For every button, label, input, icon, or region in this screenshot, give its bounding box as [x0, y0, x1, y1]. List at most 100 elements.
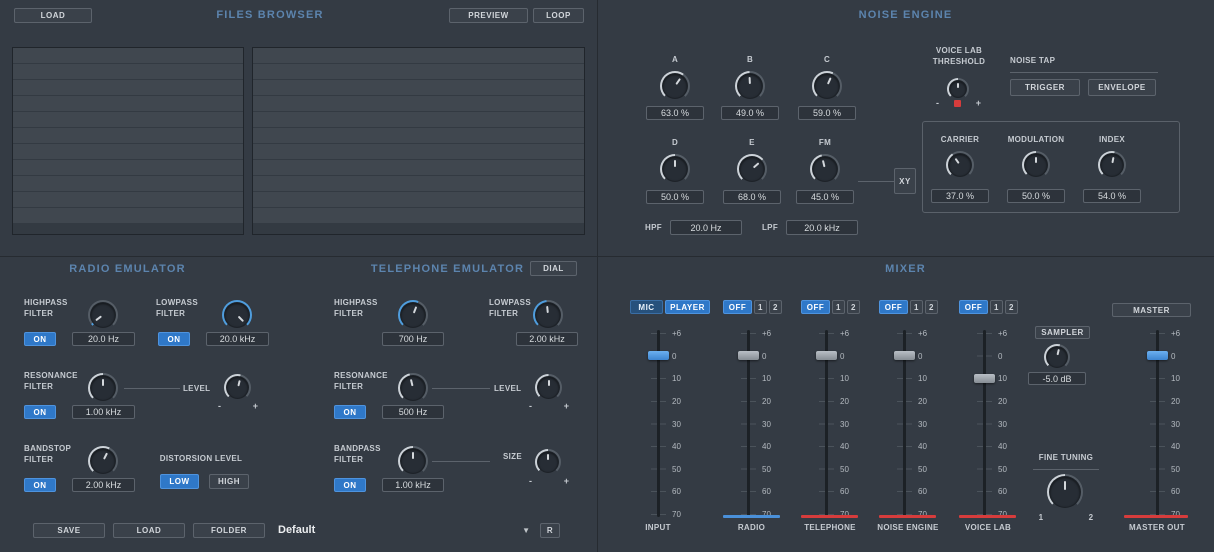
file-row[interactable] [253, 64, 584, 80]
radio-lowpass-knob[interactable] [222, 300, 252, 330]
radio-lowpass-value[interactable]: 20.0 kHz [206, 332, 269, 346]
file-list-folders[interactable] [12, 47, 244, 235]
noise-route1-button[interactable]: 1 [910, 300, 923, 314]
noise-knob-d-value[interactable]: 50.0 % [646, 190, 704, 204]
voicelab-route2-button[interactable]: 2 [1005, 300, 1018, 314]
file-row[interactable] [13, 160, 243, 176]
envelope-button[interactable]: ENVELOPE [1088, 79, 1156, 96]
player-button[interactable]: PLAYER [665, 300, 710, 314]
tel-lowpass-value[interactable]: 2.00 kHz [516, 332, 578, 346]
lpf-value[interactable]: 20.0 kHz [786, 220, 858, 235]
sampler-value[interactable]: -5.0 dB [1028, 372, 1086, 385]
tel-size-knob[interactable] [535, 449, 561, 475]
noise-knob-fm[interactable] [810, 154, 840, 184]
file-row[interactable] [13, 80, 243, 96]
file-row[interactable] [13, 176, 243, 192]
file-row[interactable] [253, 160, 584, 176]
preset-save-button[interactable]: SAVE [33, 523, 105, 538]
radio-resonance-on-button[interactable]: ON [24, 405, 56, 419]
voice-lab-threshold-knob[interactable] [947, 78, 969, 100]
mic-button[interactable]: MIC [630, 300, 663, 314]
index-value[interactable]: 54.0 % [1083, 189, 1141, 203]
carrier-knob[interactable] [946, 151, 974, 179]
file-row[interactable] [253, 112, 584, 128]
radio-highpass-value[interactable]: 20.0 Hz [72, 332, 135, 346]
noise-knob-a[interactable] [660, 71, 690, 101]
noise-knob-e[interactable] [737, 154, 767, 184]
telephone-fader[interactable]: +6010203040506070 [806, 330, 852, 517]
radio-bandstop-knob[interactable] [88, 446, 118, 476]
file-row[interactable] [253, 128, 584, 144]
radio-level-knob[interactable] [224, 374, 251, 401]
radio-lowpass-on-button[interactable]: ON [158, 332, 190, 346]
load-files-button[interactable]: LOAD [14, 8, 92, 23]
modulation-knob[interactable] [1022, 151, 1050, 179]
loop-button[interactable]: LOOP [533, 8, 584, 23]
preset-random-button[interactable]: R [540, 523, 560, 538]
telephone-route1-button[interactable]: 1 [832, 300, 845, 314]
distorsion-high-button[interactable]: HIGH [209, 474, 249, 489]
master-button[interactable]: MASTER [1112, 303, 1191, 317]
tel-lowpass-knob[interactable] [533, 300, 563, 330]
file-row[interactable] [253, 48, 584, 64]
radio-resonance-knob[interactable] [88, 373, 118, 403]
file-row[interactable] [13, 128, 243, 144]
master-fader[interactable]: +6010203040506070 [1137, 330, 1183, 517]
tel-bandpass-on-button[interactable]: ON [334, 478, 366, 492]
file-row[interactable] [253, 208, 584, 224]
fader-handle[interactable] [894, 351, 915, 360]
noise-fader[interactable]: +6010203040506070 [884, 330, 930, 517]
file-row[interactable] [253, 192, 584, 208]
noise-knob-d[interactable] [660, 154, 690, 184]
hpf-value[interactable]: 20.0 Hz [670, 220, 742, 235]
tel-highpass-knob[interactable] [398, 300, 428, 330]
radio-route1-button[interactable]: 1 [754, 300, 767, 314]
fader-handle[interactable] [816, 351, 837, 360]
file-row[interactable] [13, 64, 243, 80]
radio-fader[interactable]: +6010203040506070 [728, 330, 774, 517]
noise-knob-fm-value[interactable]: 45.0 % [796, 190, 854, 204]
preset-selector[interactable]: Default ▼ [278, 521, 530, 539]
index-knob[interactable] [1098, 151, 1126, 179]
noise-knob-a-value[interactable]: 63.0 % [646, 106, 704, 120]
radio-off-button[interactable]: OFF [723, 300, 752, 314]
tel-bandpass-value[interactable]: 1.00 kHz [382, 478, 444, 492]
file-list-files[interactable] [252, 47, 585, 235]
radio-highpass-on-button[interactable]: ON [24, 332, 56, 346]
noise-knob-e-value[interactable]: 68.0 % [723, 190, 781, 204]
tel-resonance-knob[interactable] [398, 373, 428, 403]
modulation-value[interactable]: 50.0 % [1007, 189, 1065, 203]
fader-handle[interactable] [1147, 351, 1168, 360]
input-fader[interactable]: +6010203040506070 [638, 330, 684, 517]
noise-knob-c[interactable] [812, 71, 842, 101]
trigger-button[interactable]: TRIGGER [1010, 79, 1080, 96]
file-row[interactable] [13, 192, 243, 208]
voicelab-off-button[interactable]: OFF [959, 300, 988, 314]
carrier-value[interactable]: 37.0 % [931, 189, 989, 203]
tel-highpass-value[interactable]: 700 Hz [382, 332, 444, 346]
fader-handle[interactable] [974, 374, 995, 383]
noise-off-button[interactable]: OFF [879, 300, 908, 314]
noise-knob-b-value[interactable]: 49.0 % [721, 106, 779, 120]
tel-resonance-value[interactable]: 500 Hz [382, 405, 444, 419]
telephone-route2-button[interactable]: 2 [847, 300, 860, 314]
sampler-knob[interactable] [1044, 344, 1070, 370]
sampler-button[interactable]: SAMPLER [1035, 326, 1090, 339]
fine-tuning-knob[interactable] [1047, 474, 1083, 510]
fader-handle[interactable] [648, 351, 669, 360]
distorsion-low-button[interactable]: LOW [160, 474, 199, 489]
preview-button[interactable]: PREVIEW [449, 8, 528, 23]
xy-pad-button[interactable]: XY [894, 168, 916, 194]
file-row[interactable] [13, 48, 243, 64]
file-row[interactable] [13, 112, 243, 128]
tel-level-knob[interactable] [535, 374, 562, 401]
preset-load-button[interactable]: LOAD [113, 523, 185, 538]
noise-knob-c-value[interactable]: 59.0 % [798, 106, 856, 120]
file-row[interactable] [13, 144, 243, 160]
file-row[interactable] [253, 80, 584, 96]
tel-resonance-on-button[interactable]: ON [334, 405, 366, 419]
tel-bandpass-knob[interactable] [398, 446, 428, 476]
noise-knob-b[interactable] [735, 71, 765, 101]
radio-bandstop-value[interactable]: 2.00 kHz [72, 478, 135, 492]
radio-resonance-value[interactable]: 1.00 kHz [72, 405, 135, 419]
